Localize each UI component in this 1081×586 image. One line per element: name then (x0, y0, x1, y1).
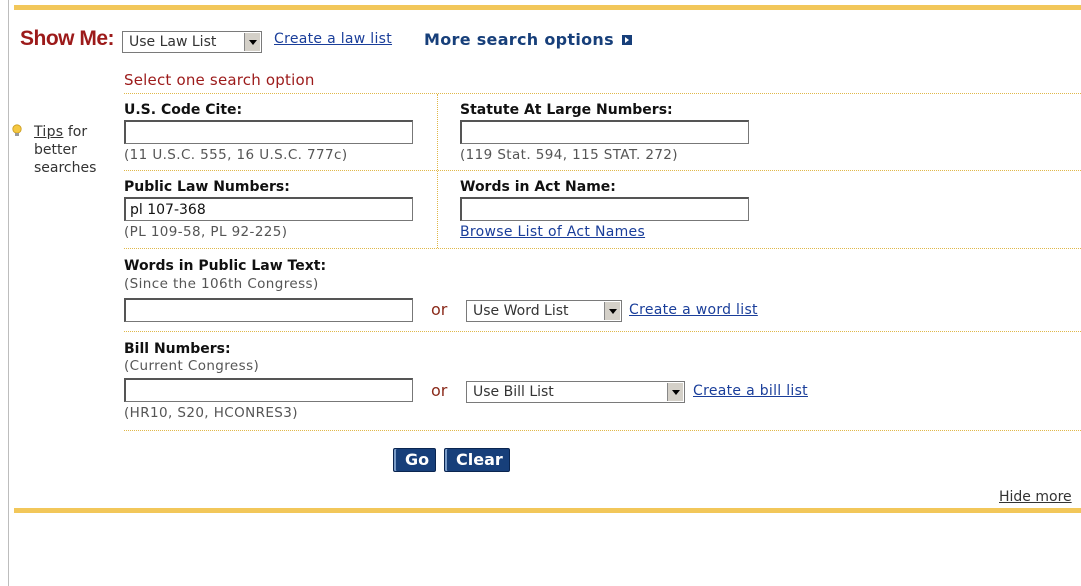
law-text-label: Words in Public Law Text: (124, 258, 327, 274)
divider (124, 248, 1081, 249)
bottom-accent-bar (14, 508, 1081, 513)
more-search-options-link[interactable]: More search options (424, 30, 614, 49)
tips-block: Tips for better searches (34, 123, 96, 177)
divider (124, 93, 1081, 94)
column-divider (437, 94, 438, 248)
tips-text-better: better (34, 142, 77, 158)
divider (124, 331, 1081, 332)
bill-sublabel: (Current Congress) (124, 358, 260, 374)
lightbulb-icon (12, 124, 22, 136)
statute-input[interactable] (460, 120, 749, 144)
us-code-label: U.S. Code Cite: (124, 102, 243, 118)
create-word-list-link[interactable]: Create a word list (629, 302, 758, 318)
public-law-label: Public Law Numbers: (124, 179, 290, 195)
create-law-list-link[interactable]: Create a law list (274, 31, 392, 47)
public-law-input[interactable] (124, 197, 413, 221)
statute-hint: (119 Stat. 594, 115 STAT. 272) (460, 147, 678, 163)
chevron-down-icon[interactable] (667, 383, 683, 401)
or-separator: or (431, 381, 448, 400)
divider (124, 170, 1081, 171)
statute-label: Statute At Large Numbers: (460, 102, 673, 118)
or-separator: or (431, 300, 448, 319)
clear-button[interactable]: Clear (444, 448, 510, 472)
bill-input[interactable] (124, 378, 413, 402)
show-me-label: Show Me: (20, 27, 115, 50)
bill-label: Bill Numbers: (124, 341, 231, 357)
browse-act-names-link[interactable]: Browse List of Act Names (460, 224, 645, 240)
act-name-input[interactable] (460, 197, 749, 221)
create-bill-list-link[interactable]: Create a bill list (693, 383, 808, 399)
act-name-label: Words in Act Name: (460, 179, 616, 195)
public-law-hint: (PL 109-58, PL 92-225) (124, 224, 288, 240)
us-code-input[interactable] (124, 120, 413, 144)
hide-more-link[interactable]: Hide more (999, 489, 1072, 505)
go-button[interactable]: Go (393, 448, 437, 472)
chevron-down-icon[interactable] (604, 302, 620, 320)
law-list-select-value: Use Law List (129, 34, 217, 50)
law-text-input[interactable] (124, 298, 413, 322)
bill-list-select[interactable]: Use Bill List (466, 381, 685, 403)
window-left-edge (8, 0, 9, 586)
top-accent-bar (14, 5, 1081, 10)
word-list-select[interactable]: Use Word List (466, 300, 622, 322)
tips-text-for: for (63, 124, 88, 140)
us-code-hint: (11 U.S.C. 555, 16 U.S.C. 777c) (124, 147, 348, 163)
arrow-right-icon[interactable] (622, 35, 632, 45)
law-list-select[interactable]: Use Law List (122, 31, 262, 53)
divider (124, 430, 1081, 431)
bill-list-select-value: Use Bill List (473, 384, 554, 400)
law-text-sublabel: (Since the 106th Congress) (124, 276, 319, 292)
word-list-select-value: Use Word List (473, 303, 569, 319)
tips-text-searches: searches (34, 160, 97, 176)
tips-link[interactable]: Tips (34, 124, 63, 140)
chevron-down-icon[interactable] (244, 33, 260, 51)
form-title: Select one search option (124, 71, 315, 89)
bill-hint: (HR10, S20, HCONRES3) (124, 405, 298, 421)
